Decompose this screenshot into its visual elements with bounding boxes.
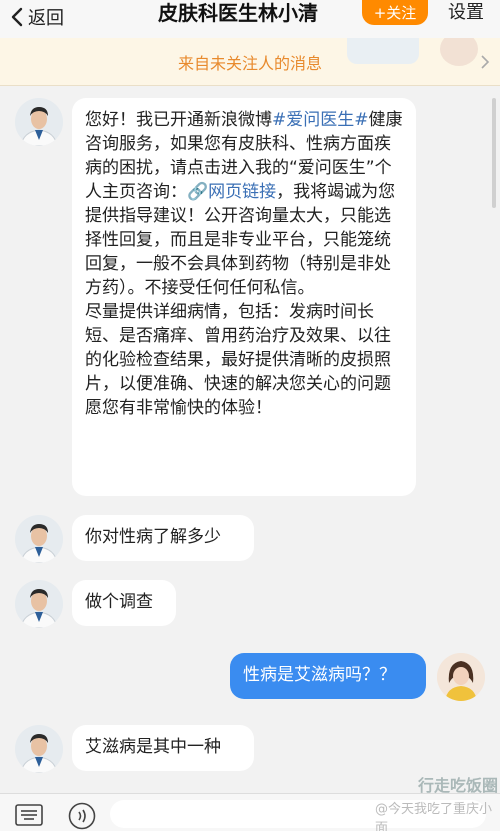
my-message-bubble: 性病是艾滋病吗？？ [230,653,426,699]
doctor-avatar-icon [15,98,63,146]
voice-icon[interactable] [68,802,96,830]
doctor-avatar-icon [15,515,63,563]
user-avatar-icon [437,653,485,701]
message-bubble: 您好！我已开通新浪微博#爱问医生#健康咨询服务，如果您有皮肤科、性病方面疾病的困… [72,98,416,496]
message-text: 你对性病了解多少 [85,527,221,547]
back-chevron-icon [11,7,23,27]
avatar[interactable] [15,515,63,563]
message-text: 尽量提供详细病情，包括：发病时间长短、是否痛痒、曾用药治疗及效果、以往的化验检查… [85,302,391,394]
follow-button[interactable]: +关注 [362,0,428,25]
back-label: 返回 [28,8,64,29]
input-toolbar: @今天我吃了重庆小面 行走吃饭圈 [0,776,500,831]
message-text: 性病是艾滋病吗？？ [243,665,396,685]
chat-title: 皮肤科医生林小清 [158,1,318,25]
avatar[interactable] [15,580,63,628]
stranger-message-notice[interactable]: 来自未关注人的消息 [0,38,500,86]
notice-text: 来自未关注人的消息 [177,54,322,73]
watermark-logo: 行走吃饭圈 [418,776,499,795]
message-text: 您好！我已开通新浪微博 [85,110,272,130]
topic-link[interactable]: #爱问医生# [272,110,369,130]
settings-button[interactable]: 设置 [448,0,484,26]
navigation-bar: 返回 皮肤科医生林小清 +关注 设置 [0,0,500,38]
message-text: 艾滋病是其中一种 [85,737,221,757]
message-text: 愿您有非常愉快的体验！ [85,398,272,418]
avatar[interactable] [15,725,63,773]
avatar[interactable] [15,98,63,146]
web-link[interactable]: 🔗网页链接 [187,182,276,202]
scrollbar[interactable] [492,98,496,208]
message-bubble: 你对性病了解多少 [72,515,254,561]
watermark-text: @今天我吃了重庆小面 [375,802,493,831]
message-text: 做个调查 [85,592,153,612]
doctor-avatar-icon [15,725,63,773]
my-avatar[interactable] [437,653,485,701]
doctor-avatar-icon [15,580,63,628]
message-bubble: 做个调查 [72,580,176,626]
back-button[interactable]: 返回 [10,2,64,32]
message-bubble: 艾滋病是其中一种 [72,725,254,771]
keyboard-icon[interactable] [15,804,43,826]
chevron-right-icon [481,55,490,69]
